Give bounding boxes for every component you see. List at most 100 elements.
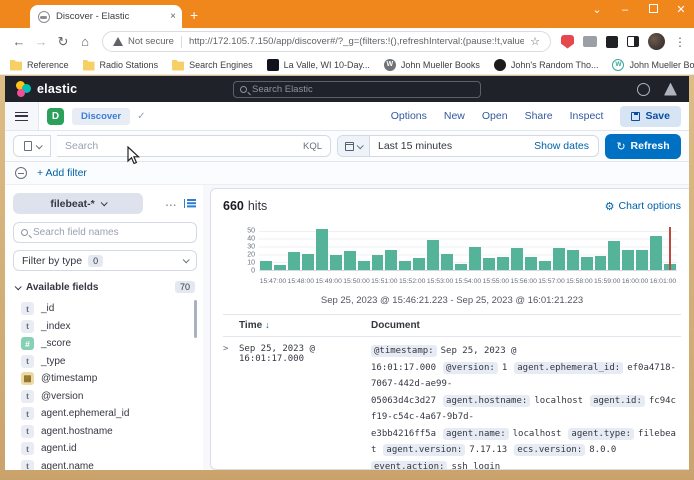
bookmark-item[interactable]: John's Random Tho... bbox=[494, 59, 599, 71]
help-icon[interactable] bbox=[637, 83, 650, 96]
not-secure-label[interactable]: Not secure bbox=[128, 36, 174, 47]
show-dates-button[interactable]: Show dates bbox=[534, 140, 598, 152]
bookmark-item[interactable]: WJohn Mueller Books... bbox=[612, 59, 694, 71]
browser-menu-icon[interactable]: ⋮ bbox=[674, 35, 686, 49]
breadcrumb-discover[interactable]: Discover bbox=[72, 108, 130, 125]
nav-link-inspect[interactable]: Inspect bbox=[570, 110, 604, 122]
window-minimize-button[interactable]: – bbox=[618, 4, 632, 16]
histogram-bar[interactable] bbox=[455, 264, 467, 270]
space-avatar[interactable]: D bbox=[47, 108, 64, 125]
field-item[interactable]: ▦@timestamp bbox=[13, 370, 197, 388]
elastic-logo[interactable]: elastic bbox=[15, 81, 77, 97]
adblock-extension-icon[interactable] bbox=[561, 35, 574, 49]
screenshot-extension-icon[interactable] bbox=[583, 36, 597, 47]
collapse-sidebar-icon[interactable] bbox=[184, 199, 195, 208]
window-maximize-button[interactable] bbox=[646, 4, 660, 16]
alerts-icon[interactable] bbox=[664, 83, 677, 96]
histogram-bars[interactable] bbox=[259, 227, 677, 270]
filter-icon[interactable] bbox=[15, 167, 27, 179]
field-item[interactable]: t_type bbox=[13, 353, 197, 371]
histogram-bar[interactable] bbox=[372, 255, 384, 270]
kql-query-input-wrap[interactable]: KQL bbox=[57, 135, 331, 157]
histogram-bar[interactable] bbox=[427, 240, 439, 270]
chart-options-button[interactable]: ⚙ Chart options bbox=[605, 200, 681, 213]
field-item[interactable]: tagent.ephemeral_id bbox=[13, 405, 197, 423]
field-item[interactable]: #_score bbox=[13, 335, 197, 353]
window-chevron-icon[interactable]: ⌄ bbox=[590, 3, 604, 16]
available-fields-header[interactable]: Available fields 70 bbox=[13, 281, 197, 293]
histogram-bar[interactable] bbox=[302, 254, 314, 270]
field-item[interactable]: tagent.id bbox=[13, 440, 197, 458]
tab-close-icon[interactable]: × bbox=[170, 11, 176, 22]
save-button[interactable]: Save bbox=[620, 106, 681, 127]
histogram-bar[interactable] bbox=[260, 261, 272, 270]
histogram-bar[interactable] bbox=[288, 252, 300, 270]
extensions-puzzle-icon[interactable] bbox=[606, 36, 618, 48]
field-item[interactable]: tagent.hostname bbox=[13, 423, 197, 441]
histogram-bar[interactable] bbox=[330, 255, 342, 270]
index-pattern-selector[interactable]: filebeat-* bbox=[13, 193, 143, 214]
histogram-bar[interactable] bbox=[567, 250, 579, 270]
bookmark-item[interactable]: Radio Stations bbox=[83, 59, 159, 71]
histogram-bar[interactable] bbox=[595, 256, 607, 270]
time-column-header[interactable]: Time↓ bbox=[223, 320, 371, 331]
nav-link-new[interactable]: New bbox=[444, 110, 465, 122]
menu-toggle-button[interactable] bbox=[5, 102, 39, 130]
histogram-bar[interactable] bbox=[525, 257, 537, 270]
global-search[interactable] bbox=[233, 81, 481, 98]
histogram-bar[interactable] bbox=[358, 261, 370, 270]
sidebar-scrollbar[interactable] bbox=[194, 300, 197, 338]
url-bar[interactable]: Not secure ☆ bbox=[102, 31, 551, 52]
time-range-value[interactable]: Last 15 minutes bbox=[370, 140, 534, 152]
field-item[interactable]: t_index bbox=[13, 318, 197, 336]
sidebar-options-icon[interactable]: ... bbox=[166, 198, 177, 209]
add-filter-button[interactable]: + Add filter bbox=[37, 167, 87, 179]
field-search[interactable] bbox=[13, 222, 197, 243]
bookmark-item[interactable]: Search Engines bbox=[172, 59, 253, 71]
home-icon[interactable]: ⌂ bbox=[74, 34, 96, 49]
window-close-button[interactable]: ✕ bbox=[674, 3, 688, 16]
query-language-badge[interactable]: KQL bbox=[303, 141, 322, 152]
histogram-bar[interactable] bbox=[483, 258, 495, 271]
global-search-input[interactable] bbox=[252, 84, 474, 95]
histogram-bar[interactable] bbox=[622, 250, 634, 270]
reload-icon[interactable]: ↻ bbox=[52, 34, 74, 50]
expand-row-icon[interactable]: > bbox=[223, 343, 239, 470]
nav-link-share[interactable]: Share bbox=[525, 110, 553, 122]
bookmark-star-icon[interactable]: ☆ bbox=[530, 35, 540, 48]
bookmark-item[interactable]: Reference bbox=[10, 59, 69, 71]
bookmark-item[interactable]: WJohn Mueller Books bbox=[384, 59, 480, 71]
url-input[interactable] bbox=[189, 36, 524, 47]
histogram-bar[interactable] bbox=[344, 251, 356, 270]
field-search-input[interactable] bbox=[33, 227, 189, 238]
histogram-bar[interactable] bbox=[636, 250, 648, 270]
histogram-bar[interactable] bbox=[650, 236, 662, 270]
histogram-bar[interactable] bbox=[469, 247, 481, 270]
histogram-bar[interactable] bbox=[511, 248, 523, 270]
date-picker-quick-menu[interactable] bbox=[338, 136, 370, 156]
histogram-bar[interactable] bbox=[581, 257, 593, 270]
histogram-bar[interactable] bbox=[413, 258, 425, 270]
nav-link-open[interactable]: Open bbox=[482, 110, 508, 122]
bookmark-item[interactable]: La Valle, WI 10-Day... bbox=[267, 59, 370, 71]
forward-icon[interactable]: → bbox=[30, 34, 52, 49]
field-item[interactable]: t@version bbox=[13, 388, 197, 406]
browser-tab[interactable]: Discover - Elastic × bbox=[30, 5, 182, 28]
histogram-bar[interactable] bbox=[385, 250, 397, 270]
histogram-bar[interactable] bbox=[553, 248, 565, 270]
histogram-bar[interactable] bbox=[399, 261, 411, 270]
field-item[interactable]: tagent.name bbox=[13, 458, 197, 471]
histogram-bar[interactable] bbox=[608, 241, 620, 270]
histogram-bar[interactable] bbox=[539, 261, 551, 270]
back-icon[interactable]: ← bbox=[8, 34, 30, 49]
field-item[interactable]: t_id bbox=[13, 300, 197, 318]
saved-query-menu-button[interactable] bbox=[13, 135, 51, 157]
profile-avatar[interactable] bbox=[648, 33, 665, 50]
histogram-bar[interactable] bbox=[497, 257, 509, 270]
new-tab-button[interactable]: + bbox=[190, 8, 198, 22]
filter-by-type-dropdown[interactable]: Filter by type 0 bbox=[13, 250, 197, 271]
refresh-button[interactable]: ↻ Refresh bbox=[605, 134, 681, 159]
nav-link-options[interactable]: Options bbox=[391, 110, 427, 122]
histogram-bar[interactable] bbox=[316, 229, 328, 270]
side-panel-icon[interactable] bbox=[627, 36, 639, 47]
